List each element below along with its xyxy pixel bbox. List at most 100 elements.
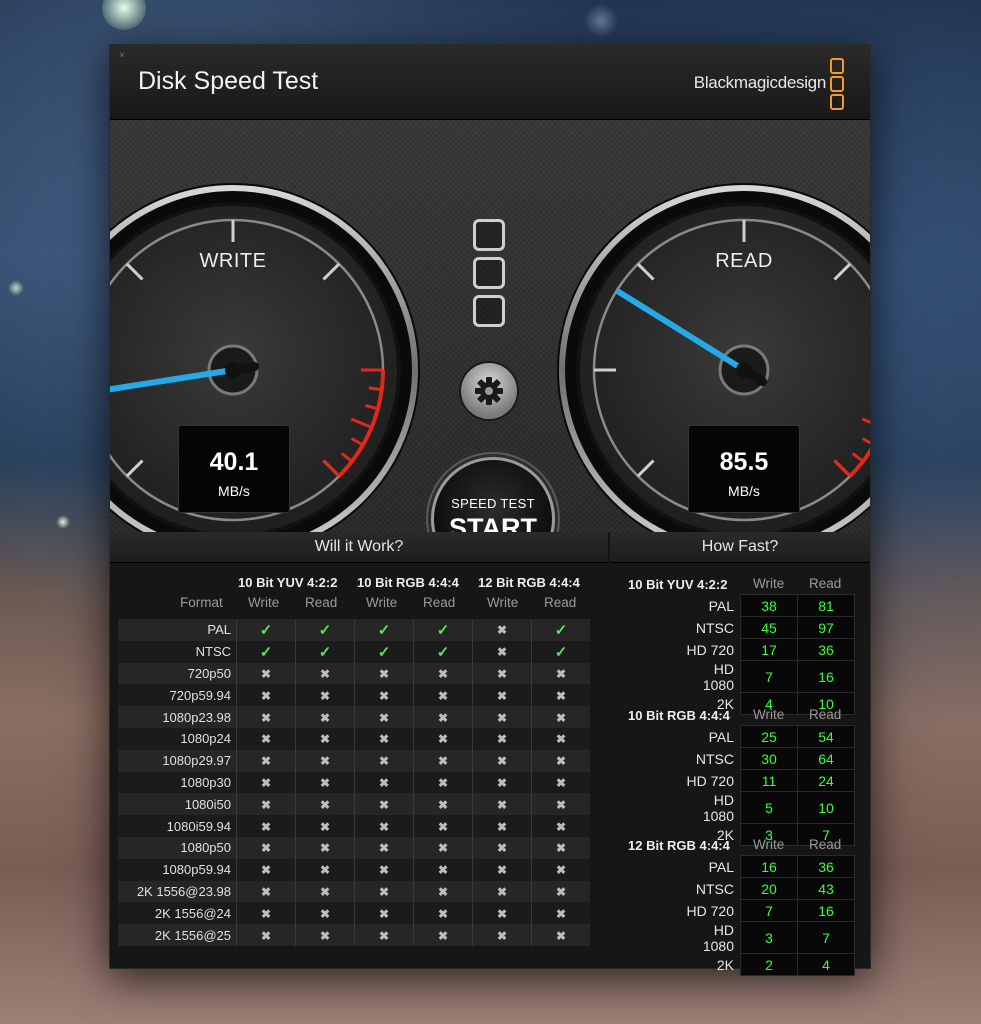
write-fps-value: 16 [740,855,798,878]
group-header: 10 Bit YUV 4:2:2 [238,575,338,590]
fail-x-icon: ✖ [236,902,296,925]
format-name: 1080i50 [118,793,237,816]
fail-x-icon: ✖ [354,880,414,903]
format-name: 720p59.94 [118,684,237,707]
table-row: 2K 1556@23.98 ✖ ✖ ✖ ✖ ✖ ✖ [118,880,590,903]
how-fast-table: PAL 16 36 NTSC 20 43 HD 720 7 16 HD 1080 3 7 2K 2 4 [684,855,855,976]
pass-check-icon: ✓ [354,640,414,663]
read-speed-readout: 85.5 MB/s [688,425,800,513]
fail-x-icon: ✖ [295,924,355,946]
fail-x-icon: ✖ [295,880,355,903]
table-row: HD 720 7 16 [684,899,855,922]
fail-x-icon: ✖ [472,749,532,772]
fail-x-icon: ✖ [354,662,414,685]
fail-x-icon: ✖ [531,924,590,946]
table-row: HD 1080 7 16 [684,660,855,693]
write-column-header: Write [753,707,785,722]
table-row: 720p50 ✖ ✖ ✖ ✖ ✖ ✖ [118,662,590,685]
fail-x-icon: ✖ [531,771,590,794]
write-fps-value: 5 [740,791,798,824]
settings-button[interactable] [461,363,517,419]
app-title: Disk Speed Test [138,67,319,95]
fail-x-icon: ✖ [472,836,532,859]
table-row: PAL 16 36 [684,855,855,878]
format-name: 1080p59.94 [118,858,237,881]
background-light [102,0,146,30]
read-column-header: Read [423,595,456,610]
read-fps-value: 16 [797,660,855,693]
read-fps-value: 36 [797,855,855,878]
table-row: 1080p59.94 ✖ ✖ ✖ ✖ ✖ ✖ [118,858,590,881]
read-fps-value: 36 [797,638,855,661]
how-fast-section-title: 10 Bit RGB 4:4:4 [628,708,730,723]
table-row: 1080p24 ✖ ✖ ✖ ✖ ✖ ✖ [118,727,590,750]
fail-x-icon: ✖ [354,815,414,837]
group-header: 10 Bit RGB 4:4:4 [357,575,459,590]
close-button[interactable]: × [116,50,128,62]
format-column-header: Format [180,595,223,610]
fail-x-icon: ✖ [472,706,532,728]
table-row: NTSC ✓ ✓ ✓ ✓ ✖ ✓ [118,640,590,663]
pass-check-icon: ✓ [236,619,296,641]
write-speed-value: 40.1 [209,448,259,476]
gauge-panel: WRITE READ 40.1 MB/s 85.5 MB/s SPEED TES… [110,120,870,581]
will-it-work-panel: 10 Bit YUV 4:2:2 10 Bit RGB 4:4:4 12 Bit… [110,563,608,968]
table-row: 1080i50 ✖ ✖ ✖ ✖ ✖ ✖ [118,793,590,816]
fail-x-icon: ✖ [472,902,532,925]
read-column-header: Read [809,837,842,852]
fail-x-icon: ✖ [472,662,532,685]
fail-x-icon: ✖ [236,771,296,794]
fail-x-icon: ✖ [295,727,355,750]
fail-x-icon: ✖ [295,836,355,859]
write-fps-value: 3 [740,921,798,954]
read-fps-value: 54 [797,725,855,748]
fail-x-icon: ✖ [413,815,473,837]
fail-x-icon: ✖ [413,684,473,707]
fail-x-icon: ✖ [531,706,590,728]
read-column-header: Read [305,595,338,610]
fail-x-icon: ✖ [354,858,414,881]
fail-x-icon: ✖ [236,815,296,837]
gauge-hub-cap [736,362,752,378]
fail-x-icon: ✖ [236,706,296,728]
fail-x-icon: ✖ [295,793,355,816]
fail-x-icon: ✖ [236,662,296,685]
format-name: HD 720 [686,772,734,789]
write-fps-value: 45 [740,616,798,639]
pass-check-icon: ✓ [413,640,473,663]
format-name: 1080p24 [118,727,237,750]
read-fps-value: 7 [797,921,855,954]
table-row: 1080p30 ✖ ✖ ✖ ✖ ✖ ✖ [118,771,590,794]
fail-x-icon: ✖ [472,727,532,750]
format-name: 1080p50 [118,836,237,859]
write-column-header: Write [753,576,785,591]
gear-icon [475,377,503,405]
fail-x-icon: ✖ [413,662,473,685]
fail-x-icon: ✖ [472,793,532,816]
fail-x-icon: ✖ [354,836,414,859]
format-name: HD 1080 [702,791,734,824]
fail-x-icon: ✖ [531,902,590,925]
fail-x-icon: ✖ [531,684,590,707]
read-fps-value: 16 [797,899,855,922]
how-fast-header: How Fast? [610,532,870,563]
read-fps-value: 4 [797,953,855,976]
fail-x-icon: ✖ [472,815,532,837]
fail-x-icon: ✖ [354,727,414,750]
how-fast-panel: 10 Bit YUV 4:2:2 Write Read PAL 38 81 NTSC 45 97… [610,563,870,976]
how-fast-table: PAL 38 81 NTSC 45 97 HD 720 17 36 HD 1080 7 16 2K 4 10 [684,594,855,715]
write-column-header: Write [366,595,398,610]
table-row: 1080p23.98 ✖ ✖ ✖ ✖ ✖ ✖ [118,706,590,728]
write-fps-value: 20 [740,877,798,900]
format-name: PAL [708,858,734,875]
format-name: PAL [118,619,237,641]
write-gauge-label: WRITE [199,250,267,272]
fail-x-icon: ✖ [354,902,414,925]
fail-x-icon: ✖ [472,684,532,707]
how-fast-section-title: 10 Bit YUV 4:2:2 [628,577,728,592]
fail-x-icon: ✖ [413,771,473,794]
write-column-header: Write [248,595,280,610]
fail-x-icon: ✖ [413,727,473,750]
fail-x-icon: ✖ [354,771,414,794]
start-button-caption: SPEED TEST [451,496,535,511]
